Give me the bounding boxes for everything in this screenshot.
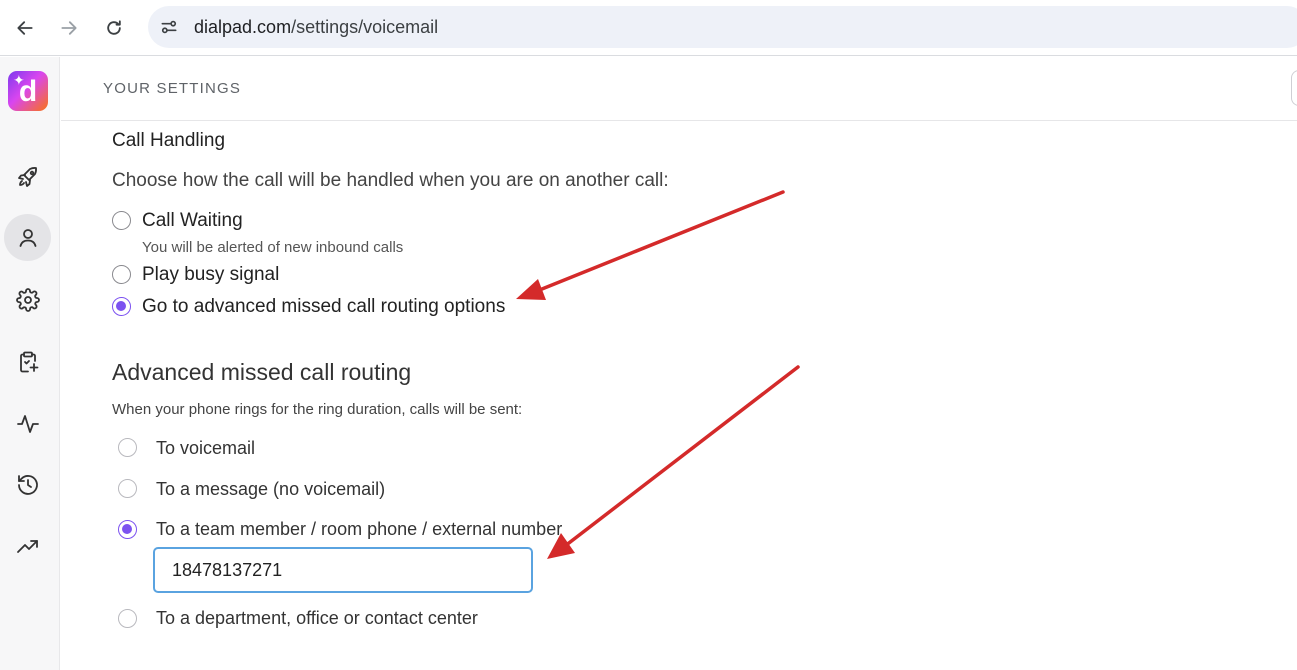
call-handling-description: Choose how the call will be handled when… xyxy=(112,170,669,191)
to-team-member-label[interactable]: To a team member / room phone / external… xyxy=(156,519,562,540)
dialpad-logo[interactable]: ✦ d xyxy=(8,71,48,111)
to-voicemail-radio[interactable] xyxy=(118,438,137,457)
forward-arrow-icon[interactable] xyxy=(53,12,85,44)
address-bar[interactable]: dialpad.com/settings/voicemail xyxy=(148,6,1297,48)
advanced-routing-description: When your phone rings for the ring durat… xyxy=(112,401,523,418)
header-right-control[interactable] xyxy=(1291,70,1297,106)
user-icon[interactable] xyxy=(4,214,51,261)
clipboard-sparkle-icon[interactable] xyxy=(4,338,51,385)
url-domain: dialpad.com xyxy=(194,17,292,37)
site-settings-icon[interactable] xyxy=(158,16,180,38)
history-icon[interactable] xyxy=(4,461,51,508)
rocket-icon[interactable] xyxy=(4,153,51,200)
call-handling-label: Call Handling xyxy=(112,130,226,151)
busy-signal-label[interactable]: Play busy signal xyxy=(142,264,279,286)
browser-toolbar: dialpad.com/settings/voicemail xyxy=(0,0,1297,56)
trending-up-icon[interactable] xyxy=(4,523,51,570)
to-team-member-radio[interactable] xyxy=(118,520,137,539)
call-waiting-label[interactable]: Call Waiting xyxy=(142,210,243,232)
external-number-input[interactable] xyxy=(153,547,533,593)
call-waiting-sublabel: You will be alerted of new inbound calls xyxy=(142,239,404,256)
to-department-radio[interactable] xyxy=(118,609,137,628)
to-voicemail-label[interactable]: To voicemail xyxy=(156,438,255,459)
gear-icon[interactable] xyxy=(4,276,51,323)
call-waiting-radio[interactable] xyxy=(112,211,131,230)
advanced-routing-option-label[interactable]: Go to advanced missed call routing optio… xyxy=(142,296,505,318)
sidebar: ✦ d xyxy=(0,57,60,670)
settings-header: YOUR SETTINGS xyxy=(61,57,1297,121)
reload-icon[interactable] xyxy=(98,12,130,44)
advanced-routing-title: Advanced missed call routing xyxy=(112,359,412,385)
to-department-label[interactable]: To a department, office or contact cente… xyxy=(156,608,478,629)
page-title: YOUR SETTINGS xyxy=(103,80,242,97)
busy-signal-radio[interactable] xyxy=(112,265,131,284)
url-path: /settings/voicemail xyxy=(291,17,439,37)
url-text: dialpad.com/settings/voicemail xyxy=(194,17,438,38)
activity-pulse-icon[interactable] xyxy=(4,400,51,447)
sparkle-icon: ✦ xyxy=(13,72,25,88)
settings-content: Call Handling Choose how the call will b… xyxy=(61,122,1297,670)
to-message-radio[interactable] xyxy=(118,479,137,498)
back-arrow-icon[interactable] xyxy=(9,12,41,44)
to-message-label[interactable]: To a message (no voicemail) xyxy=(156,479,385,500)
advanced-routing-radio[interactable] xyxy=(112,297,131,316)
